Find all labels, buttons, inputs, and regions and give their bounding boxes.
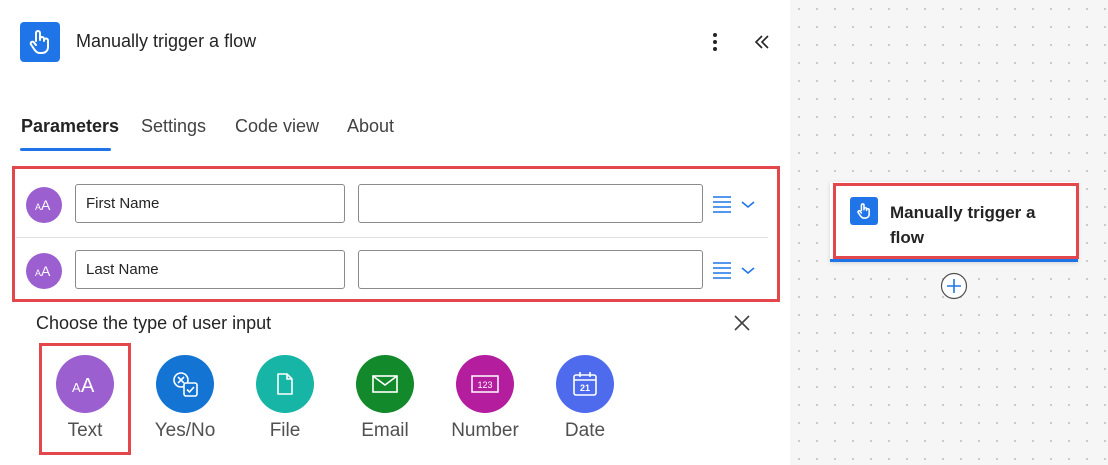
choose-input-type-title: Choose the type of user input: [36, 313, 272, 333]
option-label: Number: [451, 420, 519, 441]
svg-text:A: A: [41, 264, 51, 278]
tab-code-view[interactable]: Code view: [235, 116, 319, 137]
close-icon[interactable]: [732, 313, 752, 333]
number-icon: 123: [456, 355, 514, 413]
text-input-icon: AA: [26, 253, 62, 289]
option-label: Email: [361, 420, 409, 441]
panel-title: Manually trigger a flow: [76, 31, 257, 51]
svg-text:123: 123: [477, 380, 492, 390]
row-menu-last[interactable]: [712, 258, 756, 282]
option-label: File: [269, 420, 301, 441]
option-file[interactable]: File: [240, 355, 330, 442]
list-icon: [713, 196, 731, 213]
touch-trigger-icon: [20, 22, 60, 62]
row-menu-first[interactable]: [712, 192, 756, 216]
option-label: Text: [67, 420, 103, 441]
text-input-icon: AA: [26, 187, 62, 223]
input-description-field-first[interactable]: [358, 184, 703, 223]
option-text[interactable]: AA Text: [40, 355, 130, 442]
active-tab-indicator: [20, 148, 111, 151]
option-label: Yes/No: [154, 420, 216, 441]
input-name-field-first[interactable]: [75, 184, 345, 223]
list-icon: [713, 262, 731, 279]
text-type-icon: AA: [56, 355, 114, 413]
svg-text:A: A: [81, 375, 95, 395]
calendar-icon: 21: [556, 355, 614, 413]
svg-text:A: A: [72, 380, 81, 395]
input-description-field-last[interactable]: [358, 250, 703, 289]
option-number[interactable]: 123 Number: [440, 355, 530, 442]
file-icon: [256, 355, 314, 413]
yes-no-icon: [156, 355, 214, 413]
tab-settings[interactable]: Settings: [141, 116, 206, 137]
option-yes-no[interactable]: Yes/No: [140, 355, 230, 442]
chevron-down-icon: [741, 201, 755, 209]
trigger-card-highlight: [833, 183, 1079, 259]
add-step-button[interactable]: [940, 272, 968, 300]
email-icon: [356, 355, 414, 413]
trigger-details-panel: Manually trigger a flow Parameters Setti…: [0, 0, 790, 465]
svg-text:21: 21: [580, 383, 590, 393]
option-date[interactable]: 21 Date: [540, 355, 630, 442]
plus-icon: [940, 272, 968, 300]
input-name-field-last[interactable]: [75, 250, 345, 289]
collapse-panel-icon[interactable]: [750, 30, 774, 54]
more-options-icon[interactable]: [705, 30, 725, 54]
tab-about[interactable]: About: [347, 116, 394, 137]
svg-text:A: A: [41, 198, 51, 212]
tab-parameters[interactable]: Parameters: [21, 116, 119, 137]
option-label: Date: [564, 420, 606, 441]
option-email[interactable]: Email: [340, 355, 430, 442]
chevron-down-icon: [741, 267, 755, 275]
row-divider: [16, 237, 768, 238]
